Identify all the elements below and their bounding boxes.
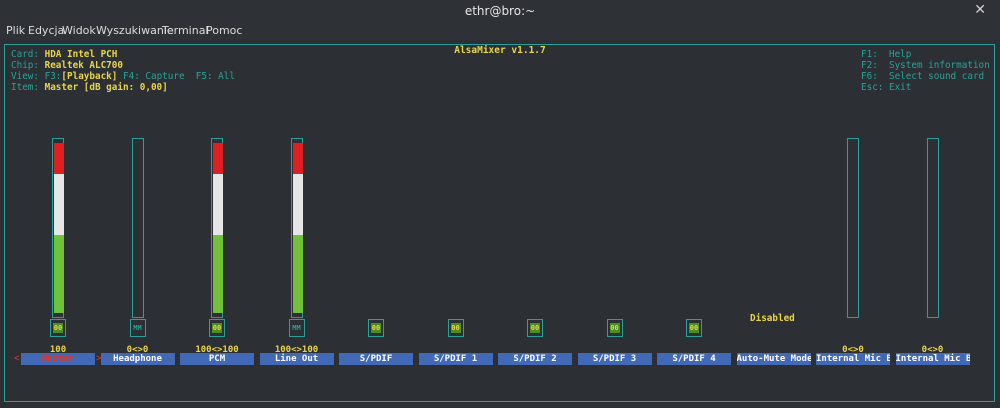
volume-fill-green (292, 234, 303, 313)
mute-toggle[interactable]: 00 (368, 319, 384, 337)
menu-plik[interactable]: Plik (6, 24, 25, 37)
mute-toggle[interactable]: MM (129, 319, 146, 337)
info-chip: Chip: Realtek ALC700 (11, 60, 123, 71)
volume-bar[interactable] (926, 138, 939, 318)
channel-label[interactable]: Line Out (259, 353, 334, 365)
mixer-title: AlsaMixer v1.1.7 (450, 45, 550, 56)
mute-toggle[interactable]: 00 (447, 319, 464, 337)
volume-bar[interactable] (211, 138, 223, 318)
mute-toggle[interactable]: 00 (209, 319, 225, 337)
help-esc: Esc: Exit (861, 82, 912, 93)
volume-fill-green (54, 234, 64, 313)
menu-pomoc[interactable]: Pomoc (206, 24, 242, 37)
volume-fill-green (213, 234, 223, 313)
channel-label[interactable]: Headphone (100, 353, 175, 365)
volume-bar[interactable] (847, 138, 859, 318)
info-item: Item: Master [dB gain: 0,00] (11, 82, 168, 93)
channel-label[interactable]: PCM (180, 353, 254, 365)
mute-toggle[interactable]: 00 (606, 319, 623, 337)
channel-label[interactable]: S/PDIF 2 (498, 353, 572, 365)
mute-state: MM (292, 324, 301, 332)
info-view: View: F3:[Playback] F4: Capture F5: All (11, 71, 235, 82)
window-titlebar: ethr@bro:~ ✕ (0, 0, 1000, 22)
mute-toggle[interactable]: 00 (686, 319, 702, 337)
auto-mute-disabled: Disabled (750, 313, 795, 324)
mute-state: 00 (53, 323, 63, 333)
menu-widok[interactable]: Widok (62, 24, 96, 37)
channel-label[interactable]: Internal Mic B (816, 353, 890, 365)
window-title: ethr@bro:~ (464, 4, 536, 18)
help-f1: F1: Help (861, 49, 912, 60)
volume-fill-white (54, 173, 64, 235)
close-icon[interactable]: ✕ (974, 2, 986, 18)
mute-state: 00 (689, 323, 699, 333)
volume-fill-white (292, 173, 303, 235)
volume-fill-red (292, 143, 303, 174)
volume-fill-white (213, 173, 223, 235)
channel-label[interactable]: Master (21, 353, 95, 365)
volume-bar[interactable] (52, 138, 64, 318)
mute-state: 00 (371, 323, 381, 333)
info-card: Card: HDA Intel PCH (11, 49, 118, 60)
channel-label[interactable]: S/PDIF 1 (418, 353, 493, 365)
mute-toggle[interactable]: MM (288, 319, 305, 337)
channel-label[interactable]: Internal Mic B (895, 353, 970, 365)
channel-label[interactable]: S/PDIF 3 (577, 353, 652, 365)
selection-left-icon: < (14, 353, 20, 364)
menu-edycja[interactable]: Edycja (28, 24, 64, 37)
mute-state: 00 (609, 323, 620, 333)
menu-terminal[interactable]: Terminal (162, 24, 209, 37)
channel-label[interactable]: S/PDIF 4 (657, 353, 731, 365)
channel-label[interactable]: Auto-Mute Mode (736, 353, 811, 365)
volume-fill-red (213, 143, 223, 174)
help-f6: F6: Select sound card (861, 71, 985, 82)
volume-bar[interactable] (290, 138, 303, 318)
channel-label[interactable]: S/PDIF (339, 353, 413, 365)
mixer-title-wrap: AlsaMixer v1.1.7 (0, 38, 1000, 57)
help-f2: F2: System information (861, 60, 990, 71)
mute-state: 00 (450, 323, 461, 333)
mute-toggle[interactable]: 00 (527, 319, 543, 337)
mute-state: MM (133, 324, 142, 332)
mute-state: 00 (530, 323, 540, 333)
mute-state: 00 (212, 323, 222, 333)
mute-toggle[interactable]: 00 (50, 319, 66, 337)
volume-bar[interactable] (131, 138, 144, 318)
volume-fill-red (54, 143, 64, 174)
